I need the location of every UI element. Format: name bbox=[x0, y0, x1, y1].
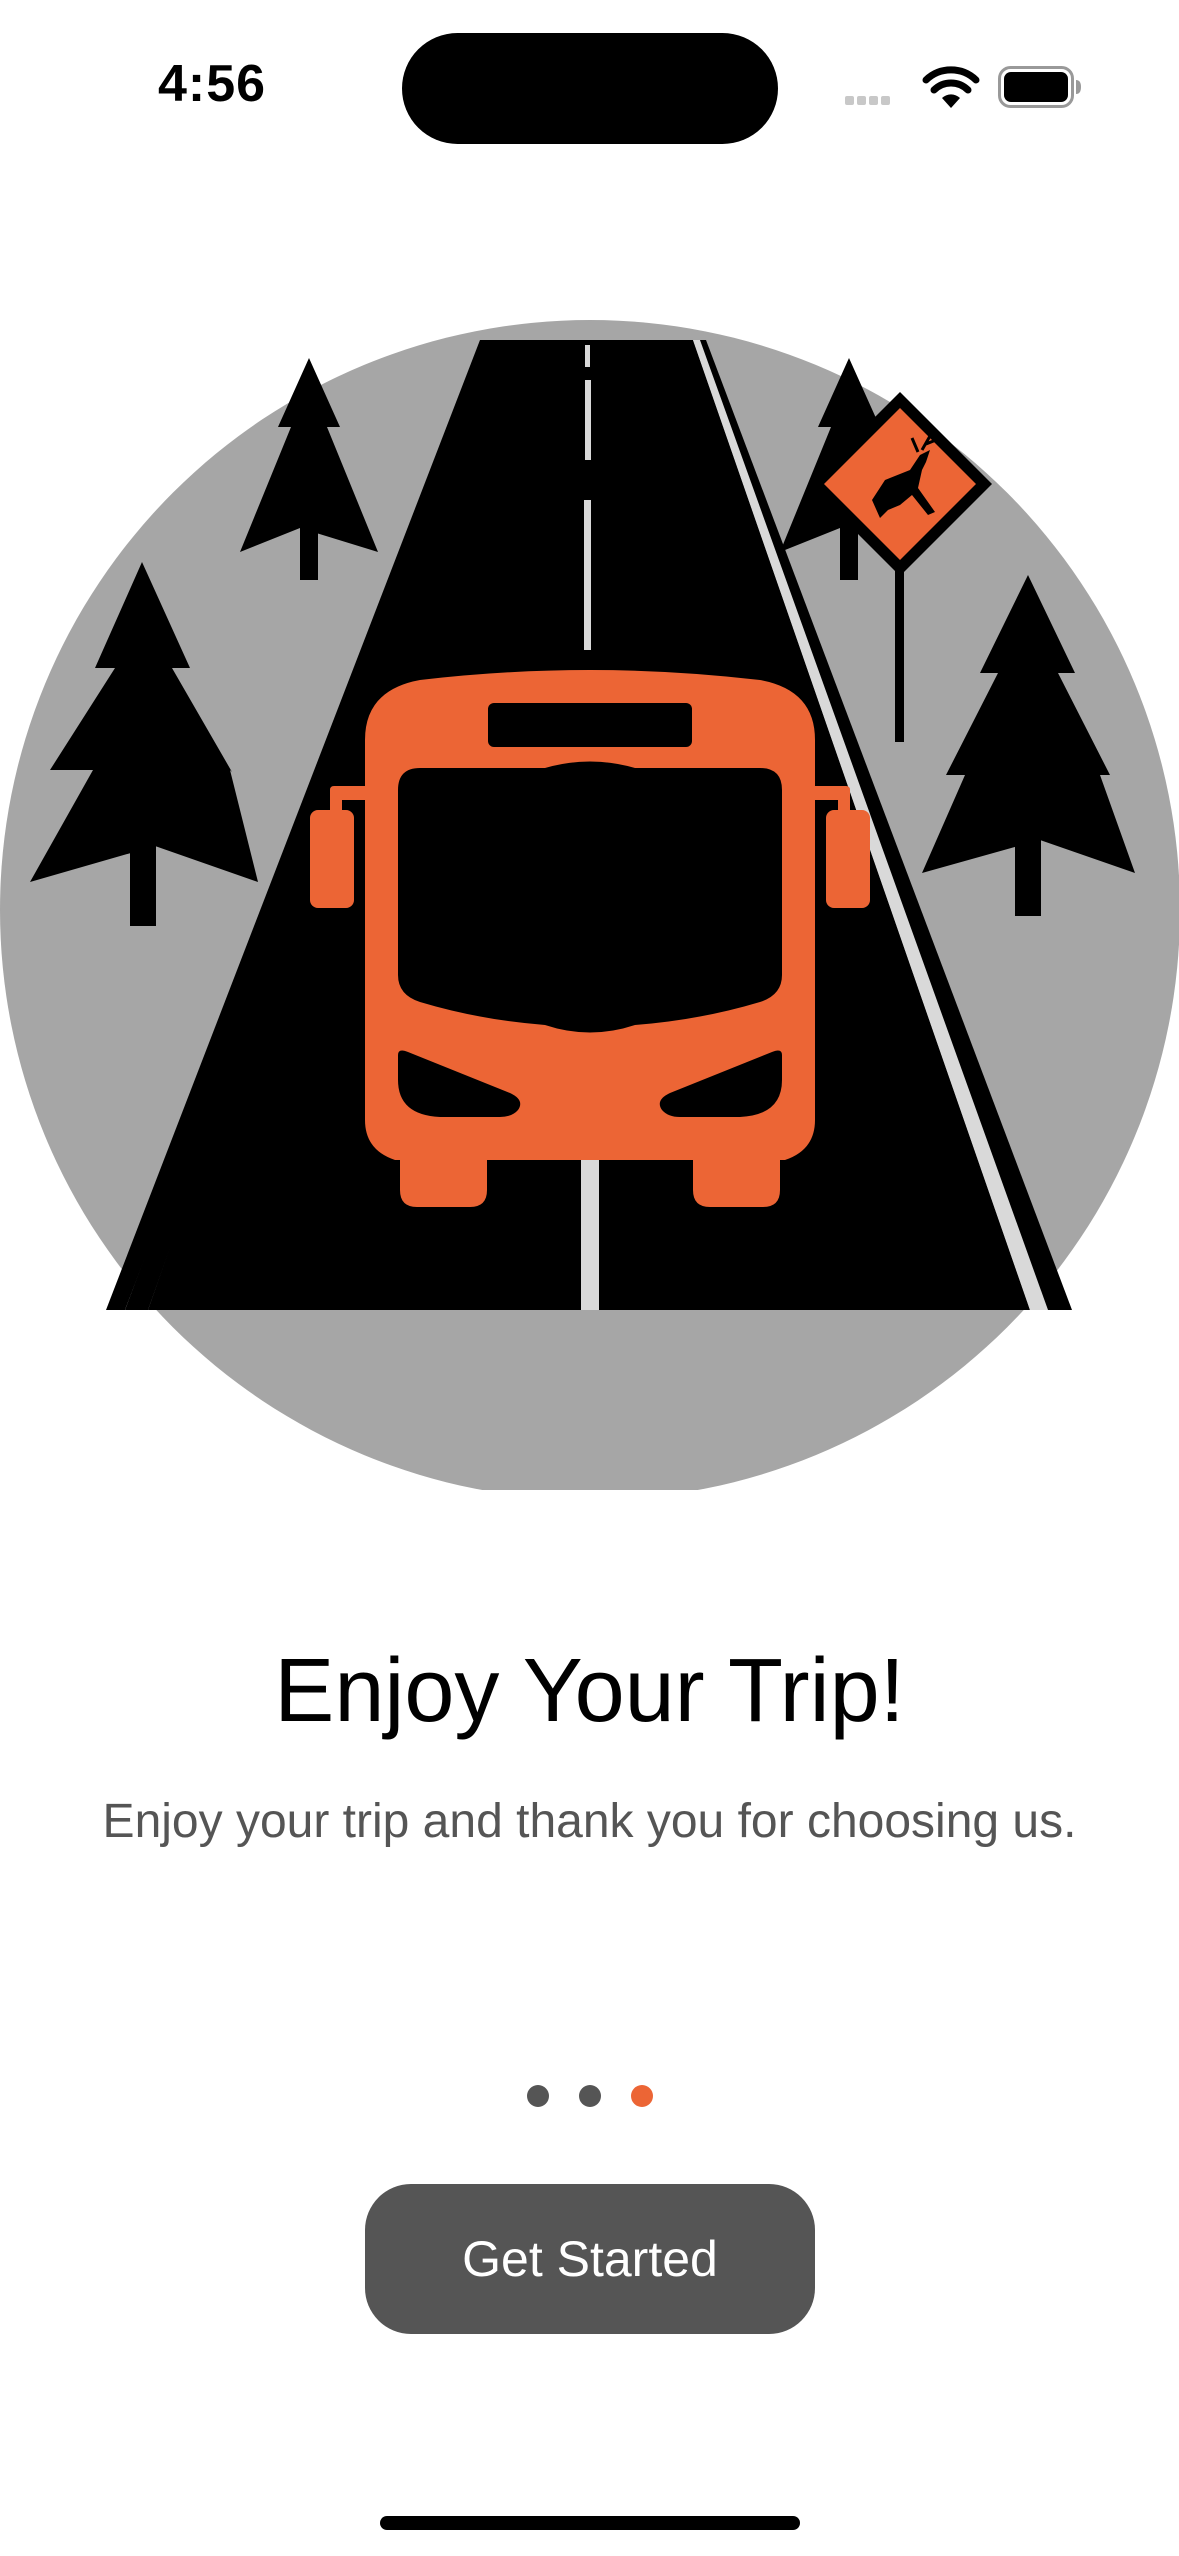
page-dot[interactable] bbox=[578, 2085, 601, 2107]
page-dot[interactable] bbox=[526, 2085, 549, 2107]
bus-icon bbox=[310, 670, 870, 1207]
home-indicator[interactable] bbox=[380, 2516, 800, 2530]
get-started-button[interactable]: Get Started bbox=[365, 2184, 815, 2334]
status-time: 4:56 bbox=[158, 55, 267, 113]
battery-icon bbox=[998, 66, 1081, 108]
cellular-signal-icon bbox=[845, 92, 893, 110]
trip-illustration bbox=[0, 320, 1179, 1490]
page-title: Enjoy Your Trip! bbox=[274, 1641, 905, 1741]
page-indicator[interactable] bbox=[0, 2085, 1179, 2107]
page-dot-active[interactable] bbox=[630, 2085, 653, 2107]
dynamic-island bbox=[402, 33, 778, 144]
wifi-icon bbox=[922, 66, 980, 108]
status-bar: 4:56 bbox=[0, 0, 1179, 170]
page-subtitle: Enjoy your trip and thank you for choosi… bbox=[102, 1795, 1077, 1848]
